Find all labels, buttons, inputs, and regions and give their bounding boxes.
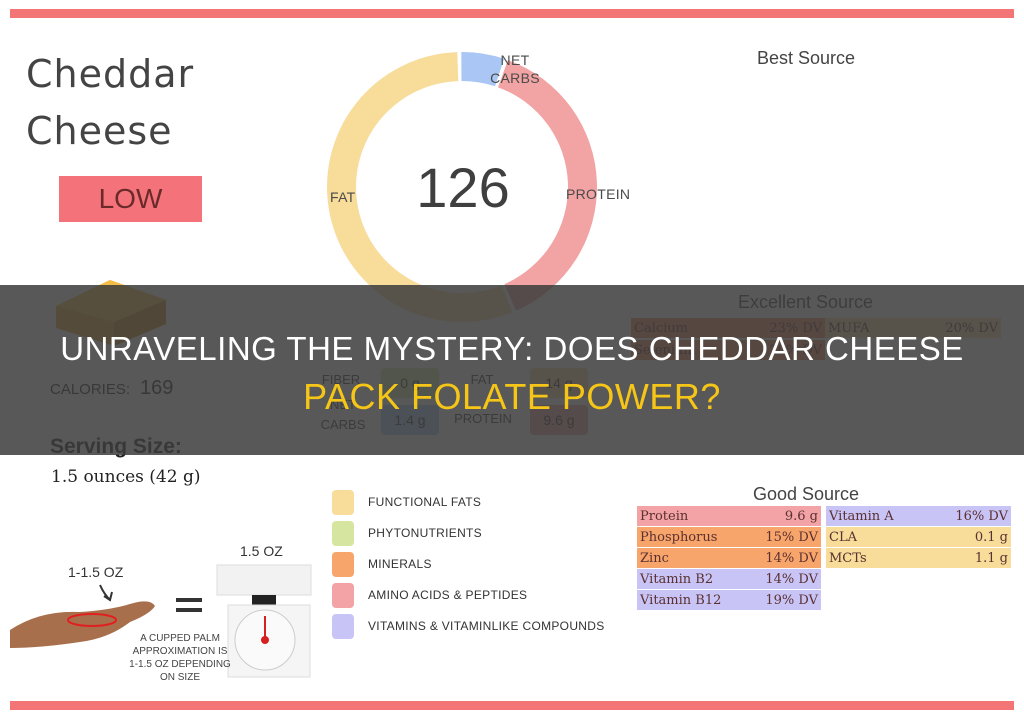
best-source-title: Best Source: [757, 48, 856, 68]
legend-item: FUNCTIONAL FATS: [332, 487, 605, 517]
legend-swatch: [332, 489, 354, 515]
good-source-row: MCTs 1.1 g: [826, 548, 1011, 568]
food-title: Cheddar Cheese: [26, 46, 194, 160]
donut-label-net-carbs: NET CARBS: [488, 50, 542, 88]
donut-label-net-carbs-line1: NET: [500, 52, 530, 68]
nutrient-value: 1.1 g: [974, 550, 1008, 566]
nutrient-value: 14% DV: [765, 571, 818, 587]
bottom-accent-rule: [10, 701, 1014, 710]
legend-item: VITAMINS & VITAMINLIKE COMPOUNDS: [332, 611, 605, 641]
legend-swatch: [332, 551, 354, 577]
nutrient-name: Zinc: [640, 550, 669, 566]
donut-label-fat: FAT: [330, 189, 356, 205]
nutrient-name: Vitamin B12: [640, 592, 722, 608]
rating-badge: LOW: [59, 176, 202, 222]
legend-swatch: [332, 582, 354, 608]
good-source-row: CLA 0.1 g: [826, 527, 1011, 547]
legend-label: FUNCTIONAL FATS: [368, 495, 482, 509]
headline-line1: UNRAVELING THE MYSTERY: DOES CHEDDAR CHE…: [60, 330, 964, 367]
palm-measure-label: 1-1.5 OZ: [68, 564, 124, 580]
equals-sign: [176, 598, 202, 612]
legend-item: AMINO ACIDS & PEPTIDES: [332, 580, 605, 610]
nutrient-value: 15% DV: [765, 529, 818, 545]
serving-size-value: 1.5 ounces (42 g): [51, 467, 201, 487]
legend-label: AMINO ACIDS & PEPTIDES: [368, 588, 528, 602]
good-source-title: Good Source: [753, 484, 860, 504]
donut-label-net-carbs-line2: CARBS: [490, 70, 540, 86]
legend-swatch: [332, 613, 354, 639]
legend-label: MINERALS: [368, 557, 432, 571]
top-accent-rule: [10, 9, 1014, 18]
food-title-line2: Cheese: [26, 109, 173, 153]
food-title-line1: Cheddar: [26, 52, 195, 96]
nutrient-value: 14% DV: [765, 550, 818, 566]
nutrient-name: CLA: [829, 529, 857, 545]
donut-center-value: 126: [416, 156, 510, 219]
good-source-row: Vitamin A 16% DV: [826, 506, 1011, 526]
headline-line2: PACK FOLATE POWER?: [303, 376, 721, 417]
scale-measure-label: 1.5 OZ: [240, 543, 283, 559]
good-source-row: Vitamin B12 19% DV: [637, 590, 821, 610]
good-source-row: Zinc 14% DV: [637, 548, 821, 568]
nutrient-name: Vitamin B2: [640, 571, 714, 587]
nutrient-name: Protein: [640, 508, 689, 524]
nutrient-name: Phosphorus: [640, 529, 718, 545]
nutrient-name: Vitamin A: [829, 508, 894, 524]
good-source-row: Phosphorus 15% DV: [637, 527, 821, 547]
legend-label: VITAMINS & VITAMINLIKE COMPOUNDS: [368, 619, 605, 633]
legend-swatch: [332, 520, 354, 546]
legend-item: PHYTONUTRIENTS: [332, 518, 605, 548]
nutrient-value: 0.1 g: [974, 529, 1008, 545]
headline-overlay-band: [0, 285, 1024, 455]
good-source-row: Vitamin B2 14% DV: [637, 569, 821, 589]
nutrient-category-legend: FUNCTIONAL FATS PHYTONUTRIENTS MINERALS AMI…: [332, 487, 605, 642]
legend-item: MINERALS: [332, 549, 605, 579]
nutrient-name: MCTs: [829, 550, 867, 566]
nutrient-value: 16% DV: [955, 508, 1008, 524]
nutrient-value: 19% DV: [765, 592, 818, 608]
good-source-row: Protein 9.6 g: [637, 506, 821, 526]
palm-approximation-note: A CUPPED PALM APPROXIMATION IS 1-1.5 OZ …: [129, 633, 231, 683]
donut-label-protein: PROTEIN: [566, 186, 631, 202]
nutrient-value: 9.6 g: [784, 508, 818, 524]
legend-label: PHYTONUTRIENTS: [368, 526, 482, 540]
